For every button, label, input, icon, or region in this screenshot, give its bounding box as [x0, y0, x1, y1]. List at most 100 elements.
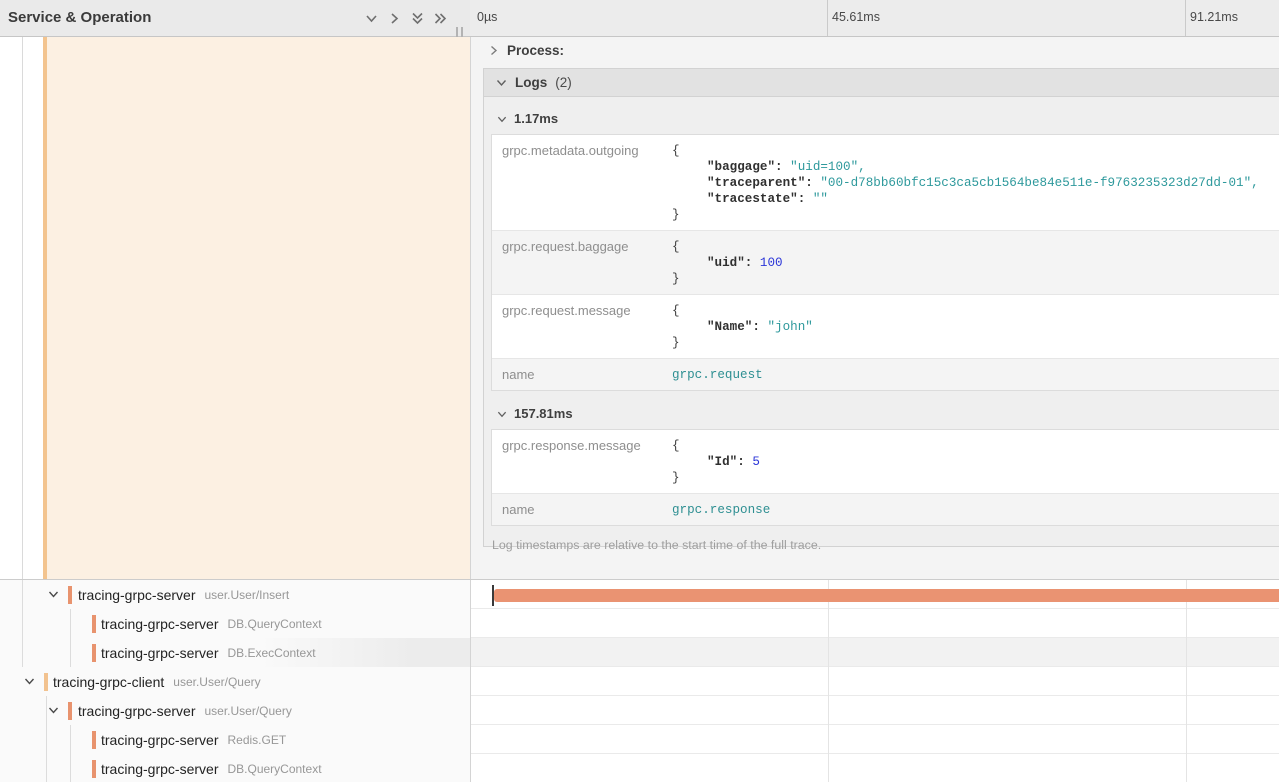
service-color-bar [92, 760, 96, 778]
chevron-down-icon [497, 409, 507, 419]
span-row[interactable]: tracing-grpc-server Redis.GET [0, 725, 1279, 754]
log-timestamp: 1.17ms [514, 111, 558, 126]
span-detail-tint [47, 37, 470, 580]
service-name: tracing-grpc-server [101, 616, 218, 632]
indent-guide [22, 609, 23, 638]
service-color-bar [68, 702, 72, 720]
operation-name: user.User/Insert [204, 588, 289, 602]
indent-guide [70, 638, 71, 667]
span-duration-bar[interactable] [494, 589, 1279, 602]
service-operation-title: Service & Operation [8, 0, 151, 36]
field-key: grpc.request.message [492, 295, 662, 358]
table-row: grpc.request.baggage { "uid": 100 } [492, 230, 1279, 294]
operation-name: Redis.GET [227, 733, 286, 747]
ruler-gridline [1185, 0, 1186, 36]
operation-name: DB.QueryContext [227, 762, 321, 776]
span-row[interactable]: tracing-grpc-server DB.QueryContext [0, 754, 1279, 782]
field-key: grpc.metadata.outgoing [492, 135, 662, 230]
logs-count: (2) [555, 75, 572, 90]
operation-name: DB.ExecContext [227, 646, 315, 660]
service-name: tracing-grpc-server [101, 761, 218, 777]
logs-accordian-toggle[interactable]: Logs (2) [484, 69, 1279, 97]
service-name: tracing-grpc-server [101, 732, 218, 748]
operation-name: DB.QueryContext [227, 617, 321, 631]
operation-name: user.User/Query [204, 704, 291, 718]
service-color-bar [92, 731, 96, 749]
expand-one-icon[interactable] [387, 11, 402, 26]
column-resizer-grip[interactable] [456, 27, 463, 37]
span-collapse-chevron-icon[interactable] [48, 705, 59, 716]
field-key: name [492, 359, 662, 390]
column-divider[interactable] [470, 37, 471, 782]
service-color-bar [92, 644, 96, 662]
span-rows: tracing-grpc-server user.User/Insert trac… [0, 580, 1279, 782]
timeline-gridline [828, 580, 829, 782]
service-name: tracing-grpc-client [53, 674, 164, 690]
field-value: { "baggage": "uid=100", "traceparent": "… [662, 135, 1279, 230]
ruler-tick-0: 0µs [477, 10, 497, 24]
log-fields-table: grpc.response.message { "Id": 5 } name g… [491, 429, 1279, 526]
span-row[interactable]: tracing-grpc-server DB.ExecContext [0, 638, 1279, 667]
service-color-bar [44, 673, 48, 691]
indent-guide [70, 725, 71, 754]
log-marker-tick[interactable] [492, 585, 494, 606]
table-row: grpc.request.message { "Name": "john" } [492, 294, 1279, 358]
span-row[interactable]: tracing-grpc-server user.User/Query [0, 696, 1279, 725]
table-row: grpc.metadata.outgoing { "baggage": "uid… [492, 135, 1279, 230]
log-timestamp: 157.81ms [514, 406, 573, 421]
trace-timeline-view: Service & Operation 0µs 45.61ms 91.21ms … [0, 0, 1279, 782]
indent-guide [70, 609, 71, 638]
span-detail-row-indent [0, 37, 470, 580]
field-value: grpc.response [662, 494, 1279, 525]
indent-guide [22, 580, 23, 609]
span-row[interactable]: tracing-grpc-client user.User/Query [0, 667, 1279, 696]
process-label: Process: [507, 43, 564, 58]
table-row: name grpc.request [492, 358, 1279, 390]
collapse-all-icon[interactable] [410, 11, 425, 26]
indent-guide [22, 638, 23, 667]
indent-guide [46, 754, 47, 782]
expand-all-icon[interactable] [433, 11, 448, 26]
logs-footnote: Log timestamps are relative to the start… [491, 538, 1279, 552]
indent-guide [22, 37, 23, 580]
logs-body: 1.17ms grpc.metadata.outgoing { "baggage… [484, 97, 1279, 552]
indent-guide [46, 696, 47, 725]
span-collapse-chevron-icon[interactable] [48, 589, 59, 600]
operation-name: user.User/Query [173, 675, 260, 689]
detail-row-border [0, 579, 1279, 580]
chevron-down-icon [497, 114, 507, 124]
chevron-down-icon [496, 77, 507, 88]
log-entry-toggle[interactable]: 1.17ms [491, 111, 1279, 126]
service-color-bar [92, 615, 96, 633]
span-row[interactable]: tracing-grpc-server user.User/Insert [0, 580, 1279, 609]
field-value: { "Name": "john" } [662, 295, 1279, 358]
service-color-bar [68, 586, 72, 604]
collapse-one-icon[interactable] [364, 11, 379, 26]
ruler-gridline [827, 0, 828, 36]
service-name: tracing-grpc-server [78, 587, 195, 603]
log-entry-toggle[interactable]: 157.81ms [491, 406, 1279, 421]
span-row[interactable]: tracing-grpc-server DB.QueryContext [0, 609, 1279, 638]
span-detail-panel: Process: Logs (2) 1.17ms grpc.metadata.o… [471, 37, 1279, 579]
ruler-tick-2: 91.21ms [1190, 10, 1238, 24]
process-accordian-toggle[interactable]: Process: [488, 43, 564, 58]
logs-title: Logs [515, 75, 547, 90]
indent-guide [46, 725, 47, 754]
indent-guide [70, 754, 71, 782]
ruler-tick-1: 45.61ms [832, 10, 880, 24]
field-value: { "uid": 100 } [662, 231, 1279, 294]
timeline-gridline [1186, 580, 1187, 782]
span-collapse-chevron-icon[interactable] [24, 676, 35, 687]
field-value: grpc.request [662, 359, 1279, 390]
field-key: grpc.request.baggage [492, 231, 662, 294]
service-name: tracing-grpc-server [78, 703, 195, 719]
log-fields-table: grpc.metadata.outgoing { "baggage": "uid… [491, 134, 1279, 391]
field-key: name [492, 494, 662, 525]
span-tree-header: Service & Operation [0, 0, 470, 37]
field-value: { "Id": 5 } [662, 430, 1279, 493]
field-key: grpc.response.message [492, 430, 662, 493]
table-row: grpc.response.message { "Id": 5 } [492, 430, 1279, 493]
service-name: tracing-grpc-server [101, 645, 218, 661]
logs-accordian: Logs (2) 1.17ms grpc.metadata.outgoing {… [483, 68, 1279, 547]
chevron-right-icon [488, 45, 499, 56]
